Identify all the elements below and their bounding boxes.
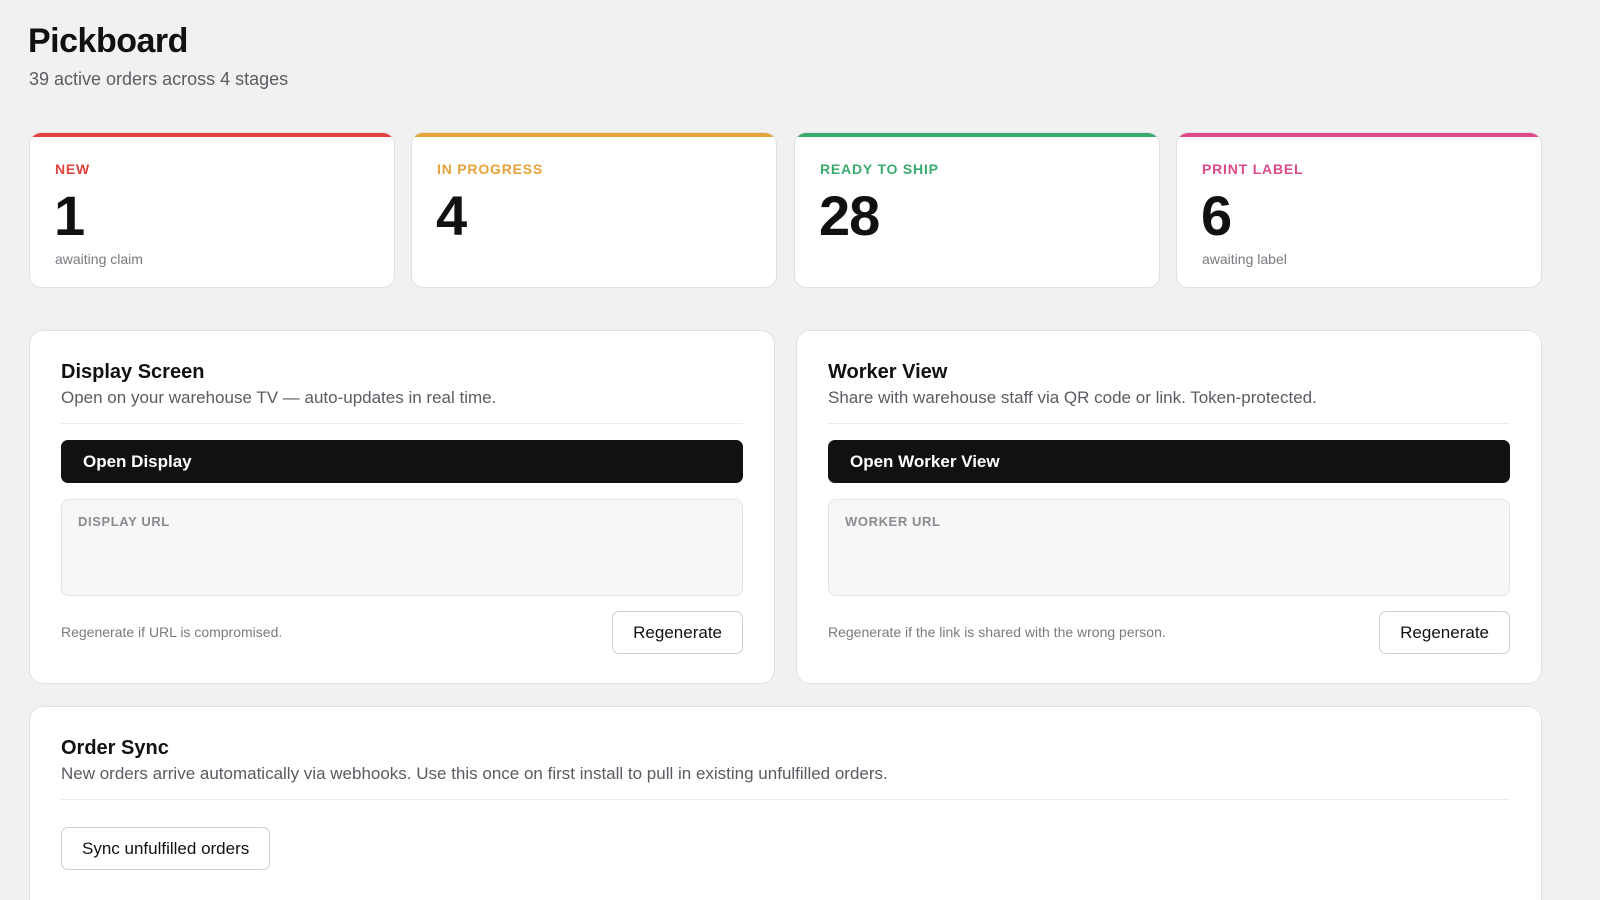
- worker-view-panel: Worker View Share with warehouse staff v…: [796, 330, 1542, 684]
- sync-unfulfilled-orders-button[interactable]: Sync unfulfilled orders: [61, 827, 271, 870]
- regenerate-worker-url-button[interactable]: Regenerate: [1379, 611, 1510, 654]
- divider: [61, 423, 743, 424]
- stat-accent-bar: [412, 133, 776, 137]
- order-sync-panel: Order Sync New orders arrive automatical…: [29, 706, 1542, 900]
- stat-accent-bar: [30, 133, 394, 137]
- stat-value: 6: [1201, 184, 1232, 247]
- display-url-box: DISPLAY URL: [61, 499, 743, 596]
- stat-card-in-progress: IN PROGRESS 4: [411, 132, 777, 288]
- stat-label: PRINT LABEL: [1202, 161, 1304, 177]
- page-title: Pickboard: [28, 22, 188, 60]
- display-url-field[interactable]: [70, 534, 734, 587]
- regenerate-display-url-button[interactable]: Regenerate: [612, 611, 743, 654]
- open-worker-view-button[interactable]: Open Worker View: [828, 440, 1510, 483]
- stat-card-ready-to-ship: READY TO SHIP 28: [794, 132, 1160, 288]
- stat-card-print-label: PRINT LABEL 6 awaiting label: [1176, 132, 1542, 288]
- stat-note: awaiting claim: [55, 251, 143, 267]
- divider: [61, 799, 1510, 800]
- stat-value: 4: [436, 184, 467, 247]
- panel-description: New orders arrive automatically via webh…: [61, 764, 888, 783]
- page-subtitle: 39 active orders across 4 stages: [29, 69, 289, 89]
- url-label: DISPLAY URL: [78, 514, 170, 529]
- display-screen-panel: Display Screen Open on your warehouse TV…: [29, 330, 775, 684]
- worker-url-box: WORKER URL: [828, 499, 1510, 596]
- panel-title: Order Sync: [61, 737, 169, 759]
- stat-value: 28: [819, 184, 880, 247]
- open-display-button[interactable]: Open Display: [61, 440, 743, 483]
- pickboard-page: Pickboard 39 active orders across 4 stag…: [0, 0, 1600, 900]
- panel-footnote: Regenerate if URL is compromised.: [61, 624, 283, 640]
- stat-value: 1: [54, 184, 85, 247]
- stat-label: READY TO SHIP: [820, 161, 939, 177]
- stat-card-new: NEW 1 awaiting claim: [29, 132, 395, 288]
- stat-note: awaiting label: [1202, 251, 1287, 267]
- panel-title: Display Screen: [61, 361, 205, 383]
- worker-url-field[interactable]: [837, 534, 1501, 587]
- divider: [828, 423, 1510, 424]
- stat-label: NEW: [55, 161, 91, 177]
- panel-title: Worker View: [828, 361, 948, 383]
- stat-accent-bar: [795, 133, 1159, 137]
- stat-label: IN PROGRESS: [437, 161, 544, 177]
- panel-description: Share with warehouse staff via QR code o…: [828, 388, 1317, 407]
- stat-accent-bar: [1177, 133, 1541, 137]
- url-label: WORKER URL: [845, 514, 941, 529]
- panel-description: Open on your warehouse TV — auto-updates…: [61, 388, 497, 407]
- panel-footnote: Regenerate if the link is shared with th…: [828, 624, 1166, 640]
